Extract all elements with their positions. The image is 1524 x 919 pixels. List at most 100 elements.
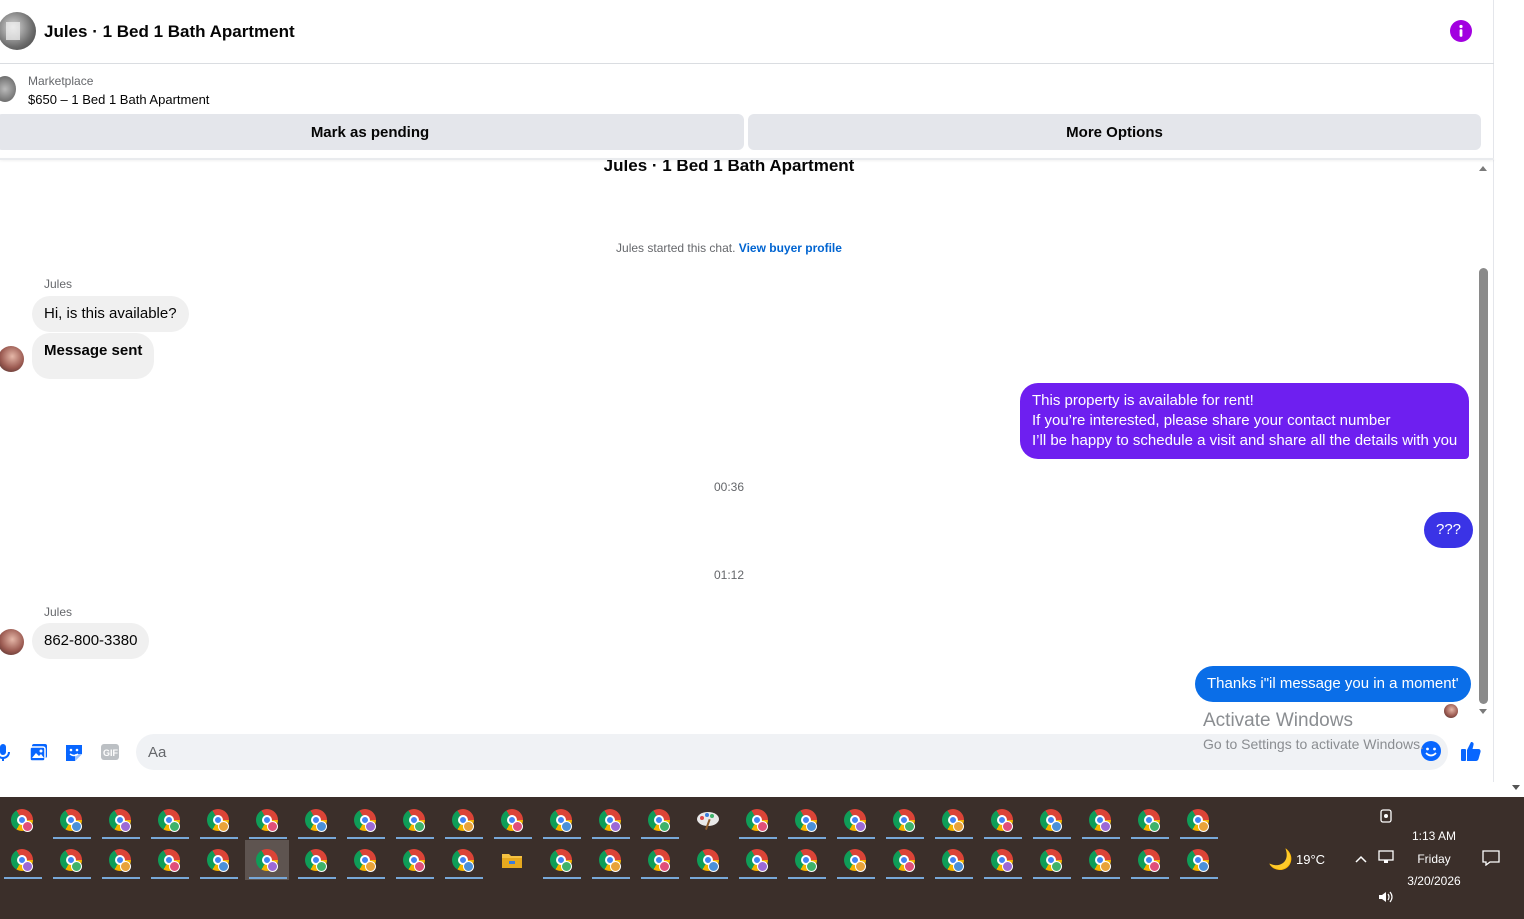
chrome-profile-icon[interactable] — [1078, 840, 1122, 880]
activate-windows-watermark: Activate Windows Go to Settings to activ… — [1203, 710, 1424, 752]
chrome-profile-icon[interactable] — [490, 800, 534, 840]
chrome-profile-icon[interactable] — [196, 840, 240, 880]
paint-app-icon[interactable] — [686, 800, 730, 840]
chrome-profile-icon[interactable] — [392, 840, 436, 880]
message-bubble-incoming[interactable]: 862-800-3380 — [32, 623, 150, 659]
chrome-profile-icon[interactable] — [441, 800, 485, 840]
weather-temperature[interactable]: 19°C — [1296, 852, 1325, 867]
chrome-profile-icon[interactable] — [196, 800, 240, 840]
thread-title: Jules · 1 Bed 1 Bath Apartment — [603, 160, 855, 175]
chrome-profile-icon[interactable] — [147, 800, 191, 840]
chrome-profile-icon[interactable] — [833, 800, 877, 840]
chrome-profile-icon[interactable] — [735, 800, 779, 840]
chrome-profile-icon[interactable] — [49, 840, 93, 880]
network-icon[interactable] — [1378, 850, 1394, 869]
info-icon[interactable] — [1450, 20, 1472, 42]
chrome-profile-icon[interactable] — [588, 840, 632, 880]
chrome-profile-icon[interactable] — [343, 800, 387, 840]
chrome-profile-icon[interactable] — [294, 840, 338, 880]
message-line: This property is available for rent! — [1032, 392, 1254, 409]
message-bubble-incoming[interactable]: Hi, is this available? — [32, 296, 189, 332]
chat-started-text: Jules started this chat. — [616, 241, 736, 255]
message-timestamp: 01:12 — [713, 568, 745, 582]
image-icon[interactable] — [29, 742, 49, 762]
notification-center-icon[interactable] — [1482, 850, 1500, 871]
conversation-avatar[interactable] — [0, 12, 36, 50]
message-thread: Jules · 1 Bed 1 Bath Apartment Jules sta… — [0, 160, 1494, 722]
chrome-profile-icon[interactable] — [931, 800, 975, 840]
page-scroll-down-arrow[interactable] — [1512, 785, 1520, 790]
chrome-profile-icon[interactable] — [294, 800, 338, 840]
svg-text:GIF: GIF — [103, 748, 119, 758]
chrome-profile-icon[interactable] — [343, 840, 387, 880]
chrome-profile-icon[interactable] — [0, 840, 44, 880]
chrome-profile-icon[interactable] — [1127, 800, 1171, 840]
volume-icon[interactable] — [1378, 890, 1394, 909]
sticker-icon[interactable] — [64, 742, 84, 762]
marketplace-listing-bar[interactable]: Marketplace $650 – 1 Bed 1 Bath Apartmen… — [0, 64, 1494, 114]
conversation-header: Jules · 1 Bed 1 Bath Apartment — [0, 0, 1494, 64]
chrome-profile-icon[interactable] — [441, 840, 485, 880]
thumbs-up-icon[interactable] — [1460, 740, 1482, 762]
chrome-profile-icon[interactable] — [1176, 800, 1220, 840]
chrome-profile-icon[interactable] — [392, 800, 436, 840]
chrome-profile-icon[interactable] — [882, 840, 926, 880]
chrome-profile-icon[interactable] — [784, 840, 828, 880]
read-receipt-avatar — [1444, 704, 1458, 718]
chrome-profile-icon[interactable] — [882, 800, 926, 840]
chrome-profile-icon[interactable] — [98, 800, 142, 840]
chrome-profile-icon[interactable] — [1176, 840, 1220, 880]
chat-started-notice: Jules started this chat. View buyer prof… — [0, 241, 1458, 255]
message-bubble-incoming[interactable]: Message sent — [32, 333, 155, 379]
clock-day[interactable]: Friday — [1404, 852, 1464, 866]
message-bubble-outgoing[interactable]: This property is available for rent! If … — [1020, 383, 1470, 459]
sender-name: Jules — [44, 277, 73, 291]
clock-date[interactable]: 3/20/2026 — [1404, 874, 1464, 888]
conversation-title[interactable]: Jules · 1 Bed 1 Bath Apartment — [44, 22, 295, 42]
scroll-down-arrow[interactable] — [1479, 709, 1487, 714]
view-buyer-profile-link[interactable]: View buyer profile — [739, 241, 842, 255]
meet-now-icon[interactable] — [1379, 809, 1393, 823]
chrome-profile-icon[interactable] — [98, 840, 142, 880]
sender-avatar[interactable] — [0, 346, 24, 372]
watermark-subtitle: Go to Settings to activate Windows. — [1203, 736, 1424, 752]
chrome-profile-icon[interactable] — [637, 800, 681, 840]
chrome-profile-icon[interactable] — [735, 840, 779, 880]
listing-thumbnail — [0, 76, 16, 102]
chrome-profile-icon[interactable] — [784, 800, 828, 840]
chrome-profile-icon[interactable] — [49, 800, 93, 840]
chrome-profile-icon[interactable] — [1029, 800, 1073, 840]
chrome-profile-icon[interactable] — [245, 840, 289, 880]
message-timestamp: 00:36 — [713, 480, 745, 494]
chrome-profile-icon[interactable] — [1029, 840, 1073, 880]
chrome-profile-icon[interactable] — [539, 840, 583, 880]
message-bubble-outgoing[interactable]: ??? — [1424, 512, 1474, 548]
file-explorer-icon[interactable] — [490, 840, 534, 880]
chrome-profile-icon[interactable] — [1078, 800, 1122, 840]
marketplace-label: Marketplace — [28, 74, 94, 88]
chrome-profile-icon[interactable] — [539, 800, 583, 840]
microphone-icon[interactable] — [0, 742, 16, 762]
gif-icon[interactable]: GIF — [100, 742, 120, 762]
chrome-profile-icon[interactable] — [931, 840, 975, 880]
chrome-profile-icon[interactable] — [980, 840, 1024, 880]
chrome-profile-icon[interactable] — [1127, 840, 1171, 880]
chrome-profile-icon[interactable] — [245, 800, 289, 840]
messenger-window: Jules · 1 Bed 1 Bath Apartment Marketpla… — [0, 0, 1494, 782]
message-bubble-outgoing[interactable]: Thanks i"il message you in a moment' — [1195, 666, 1471, 702]
chrome-profile-icon[interactable] — [0, 800, 44, 840]
sender-avatar[interactable] — [0, 629, 24, 655]
scroll-up-arrow[interactable] — [1479, 166, 1487, 171]
chrome-profile-icon[interactable] — [147, 840, 191, 880]
more-options-button[interactable]: More Options — [748, 114, 1481, 150]
show-hidden-icons-chevron-icon[interactable] — [1354, 851, 1368, 869]
weather-moon-icon[interactable]: 🌙 — [1268, 847, 1293, 872]
chrome-profile-icon[interactable] — [637, 840, 681, 880]
chrome-profile-icon[interactable] — [588, 800, 632, 840]
chrome-profile-icon[interactable] — [833, 840, 877, 880]
scrollbar-thumb[interactable] — [1479, 268, 1488, 704]
mark-as-pending-button[interactable]: Mark as pending — [0, 114, 744, 150]
chrome-profile-icon[interactable] — [980, 800, 1024, 840]
chrome-profile-icon[interactable] — [686, 840, 730, 880]
clock-time[interactable]: 1:13 AM — [1404, 829, 1464, 843]
